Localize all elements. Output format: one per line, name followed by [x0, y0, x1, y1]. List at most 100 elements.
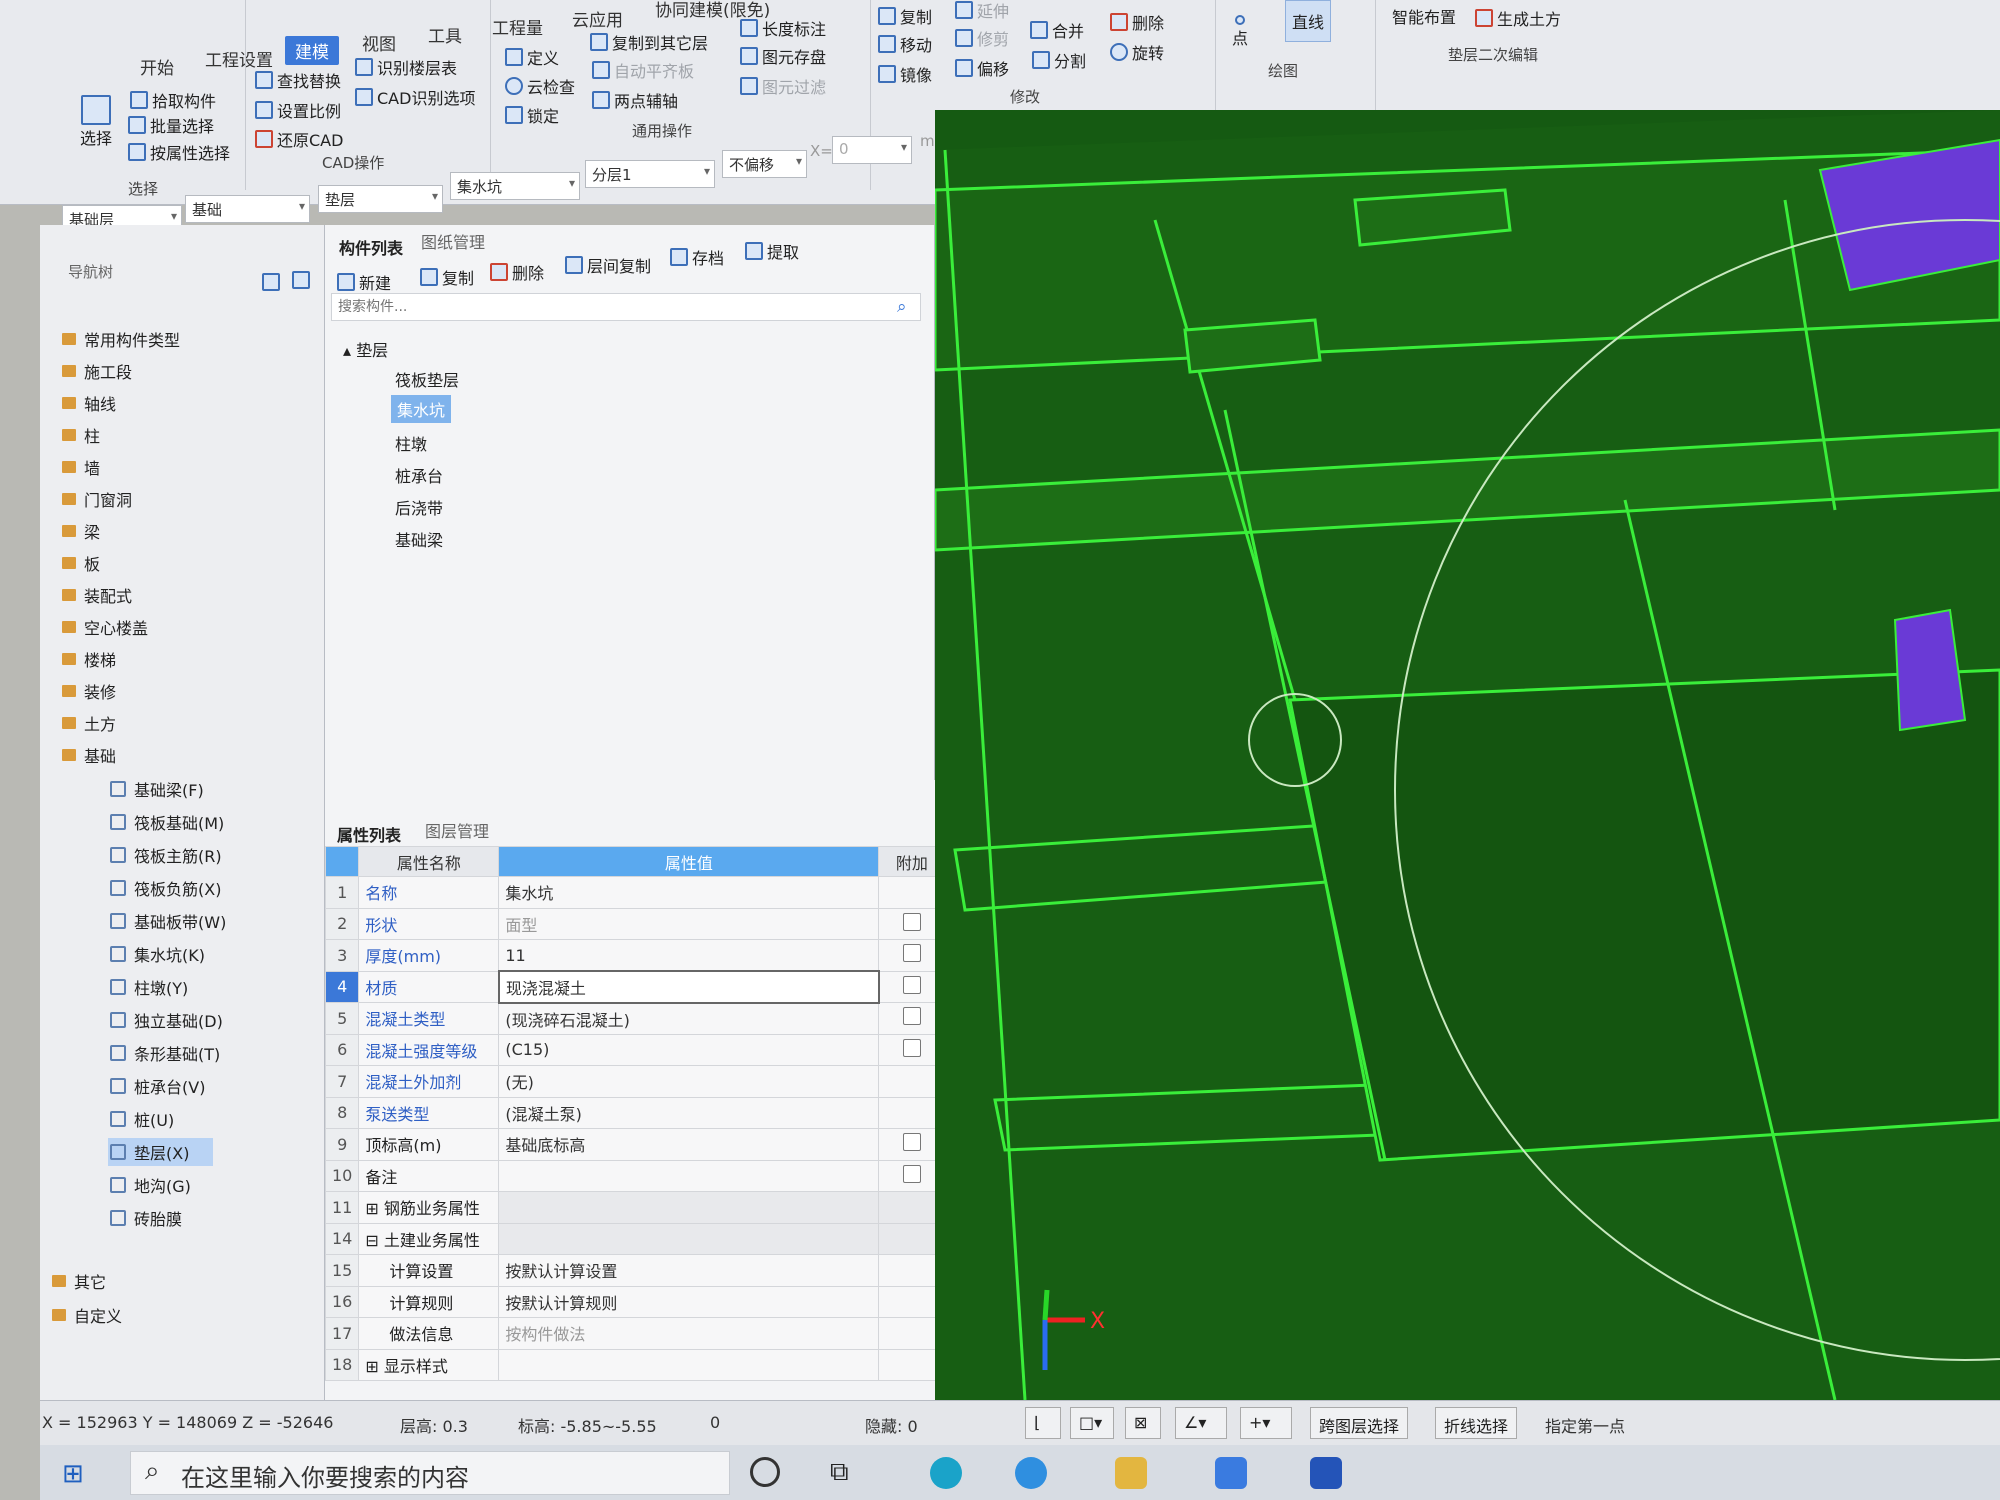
select-by-property-button[interactable]: 按属性选择: [128, 140, 230, 164]
nav-sub-item[interactable]: 基础梁(F): [110, 777, 204, 801]
file-explorer-icon[interactable]: [1115, 1457, 1147, 1489]
offset-button[interactable]: 偏移: [955, 56, 1009, 80]
expand-group[interactable]: ⊞ 钢筋业务属性: [358, 1191, 500, 1224]
windows-start-icon[interactable]: ⊞: [62, 1459, 84, 1489]
delete-button[interactable]: 删除: [1110, 10, 1164, 34]
split-button[interactable]: 分割: [1032, 48, 1086, 72]
nav-item[interactable]: 墙: [62, 455, 100, 479]
copy-button[interactable]: 复制: [878, 4, 932, 28]
tab-component-list[interactable]: 构件列表: [339, 235, 403, 259]
copy-component-button[interactable]: 复制: [420, 265, 474, 289]
rotate-button[interactable]: 旋转: [1110, 40, 1164, 64]
nav-item[interactable]: 轴线: [62, 391, 116, 415]
nav-sub-item[interactable]: 筏板主筋(R): [110, 843, 222, 867]
nav-sub-item[interactable]: 条形基础(T): [110, 1041, 220, 1065]
collapse-group[interactable]: ⊟ 土建业务属性: [358, 1222, 500, 1255]
taskbar-search-box[interactable]: ⌕ 在这里输入你要搜索的内容: [130, 1451, 730, 1495]
nav-sub-item[interactable]: 桩(U): [110, 1107, 174, 1131]
tree-group[interactable]: ▴ 垫层: [343, 337, 388, 361]
category-select[interactable]: 基础: [185, 195, 310, 223]
extend-button[interactable]: 延伸: [955, 0, 1009, 22]
nav-item[interactable]: 装修: [62, 679, 116, 703]
nav-item[interactable]: 基础: [62, 743, 116, 767]
restore-cad-button[interactable]: 还原CAD: [255, 127, 343, 151]
tab-modeling[interactable]: 建模: [285, 36, 339, 65]
element-filter-button[interactable]: 图元过滤: [740, 74, 826, 98]
polyline-select-button[interactable]: 折线选择: [1435, 1407, 1518, 1439]
tab-view[interactable]: 视图: [362, 30, 396, 55]
smart-layout-button[interactable]: 智能布置: [1392, 4, 1456, 28]
copy-between-floors-button[interactable]: 层间复制: [565, 253, 651, 277]
nav-sub-item[interactable]: 地沟(G): [110, 1173, 191, 1197]
ortho-toggle-icon[interactable]: ⌊: [1025, 1407, 1061, 1439]
component-item[interactable]: 后浇带: [395, 495, 443, 519]
tab-quantity[interactable]: 工程量: [492, 14, 543, 39]
nav-sub-item[interactable]: 砖胎膜: [110, 1206, 182, 1230]
save-elements-button[interactable]: 图元存盘: [740, 44, 826, 68]
select-big-button[interactable]: 选择: [80, 95, 112, 149]
nav-item[interactable]: 装配式: [62, 583, 132, 607]
cortana-icon[interactable]: [750, 1457, 780, 1487]
nav-item[interactable]: 自定义: [52, 1303, 122, 1327]
nav-item[interactable]: 空心楼盖: [62, 615, 148, 639]
extract-button[interactable]: 提取: [745, 239, 799, 263]
length-dimension-button[interactable]: 长度标注: [740, 16, 826, 40]
layer-select[interactable]: 分层1: [585, 160, 715, 188]
delete-component-button[interactable]: 删除: [490, 260, 544, 284]
snap-icon[interactable]: +▾: [1240, 1407, 1292, 1439]
nav-item[interactable]: 门窗洞: [62, 487, 132, 511]
nav-item[interactable]: 板: [62, 551, 100, 575]
component-search-input[interactable]: [331, 293, 921, 321]
nav-item[interactable]: 梁: [62, 519, 100, 543]
angle-icon[interactable]: ∠▾: [1175, 1407, 1227, 1439]
cloud-check-button[interactable]: 云检查: [505, 74, 575, 98]
set-scale-button[interactable]: 设置比例: [255, 98, 341, 122]
tab-drawing-management[interactable]: 图纸管理: [421, 229, 485, 253]
attach-checkbox[interactable]: [902, 1133, 921, 1152]
nav-item[interactable]: 其它: [52, 1269, 106, 1293]
tab-tools[interactable]: 工具: [428, 22, 462, 47]
search-icon[interactable]: ⌕: [897, 297, 907, 317]
auto-align-slab-button[interactable]: 自动平齐板: [592, 58, 694, 82]
cad-app-icon[interactable]: [1310, 1457, 1342, 1489]
attach-checkbox[interactable]: [902, 1007, 921, 1026]
find-replace-button[interactable]: 查找替换: [255, 68, 341, 92]
tab-start[interactable]: 开始: [140, 54, 174, 79]
merge-button[interactable]: 合并: [1030, 18, 1084, 42]
component-item[interactable]: 基础梁: [395, 527, 443, 551]
batch-select-button[interactable]: 批量选择: [128, 113, 214, 137]
expand-group[interactable]: ⊞ 显示样式: [358, 1348, 500, 1381]
glodon-app-icon[interactable]: [1215, 1457, 1247, 1489]
nav-sub-item[interactable]: 筏板基础(M): [110, 810, 224, 834]
attach-checkbox[interactable]: [902, 944, 921, 963]
attach-checkbox[interactable]: [902, 1038, 921, 1057]
pick-component-button[interactable]: 拾取构件: [130, 88, 216, 112]
nav-sub-item[interactable]: 柱墩(Y): [110, 975, 188, 999]
grid-view-icon[interactable]: [292, 271, 310, 289]
two-point-axis-button[interactable]: 两点辅轴: [592, 88, 678, 112]
attach-checkbox[interactable]: [902, 1164, 921, 1183]
trim-button[interactable]: 修剪: [955, 26, 1009, 50]
define-button[interactable]: 定义: [505, 45, 559, 69]
cross-select-icon[interactable]: ⊠: [1125, 1407, 1161, 1439]
nav-item[interactable]: 土方: [62, 711, 116, 735]
identify-floor-table-button[interactable]: 识别楼层表: [355, 55, 457, 79]
nav-sub-item[interactable]: 集水坑(K): [110, 942, 205, 966]
edge-icon[interactable]: [930, 1457, 962, 1489]
line-button[interactable]: 直线: [1285, 0, 1332, 42]
nav-item[interactable]: 常用构件类型: [62, 327, 180, 351]
nav-item[interactable]: 柱: [62, 423, 100, 447]
nav-item[interactable]: 施工段: [62, 359, 132, 383]
attach-checkbox[interactable]: [903, 975, 922, 994]
nav-sub-item[interactable]: 基础板带(W): [110, 909, 226, 933]
item-select[interactable]: 集水坑: [450, 172, 580, 200]
move-button[interactable]: 移动: [878, 32, 932, 56]
ie-icon[interactable]: [1015, 1457, 1047, 1489]
new-button[interactable]: 新建: [337, 270, 391, 294]
tab-cloud[interactable]: 云应用: [572, 6, 623, 31]
generate-earthwork-button[interactable]: 生成土方: [1475, 6, 1561, 30]
tab-layer-management[interactable]: 图层管理: [425, 818, 489, 842]
nav-sub-item[interactable]: 桩承台(V): [110, 1074, 205, 1098]
archive-button[interactable]: 存档: [670, 245, 724, 269]
nav-item[interactable]: 楼梯: [62, 647, 116, 671]
